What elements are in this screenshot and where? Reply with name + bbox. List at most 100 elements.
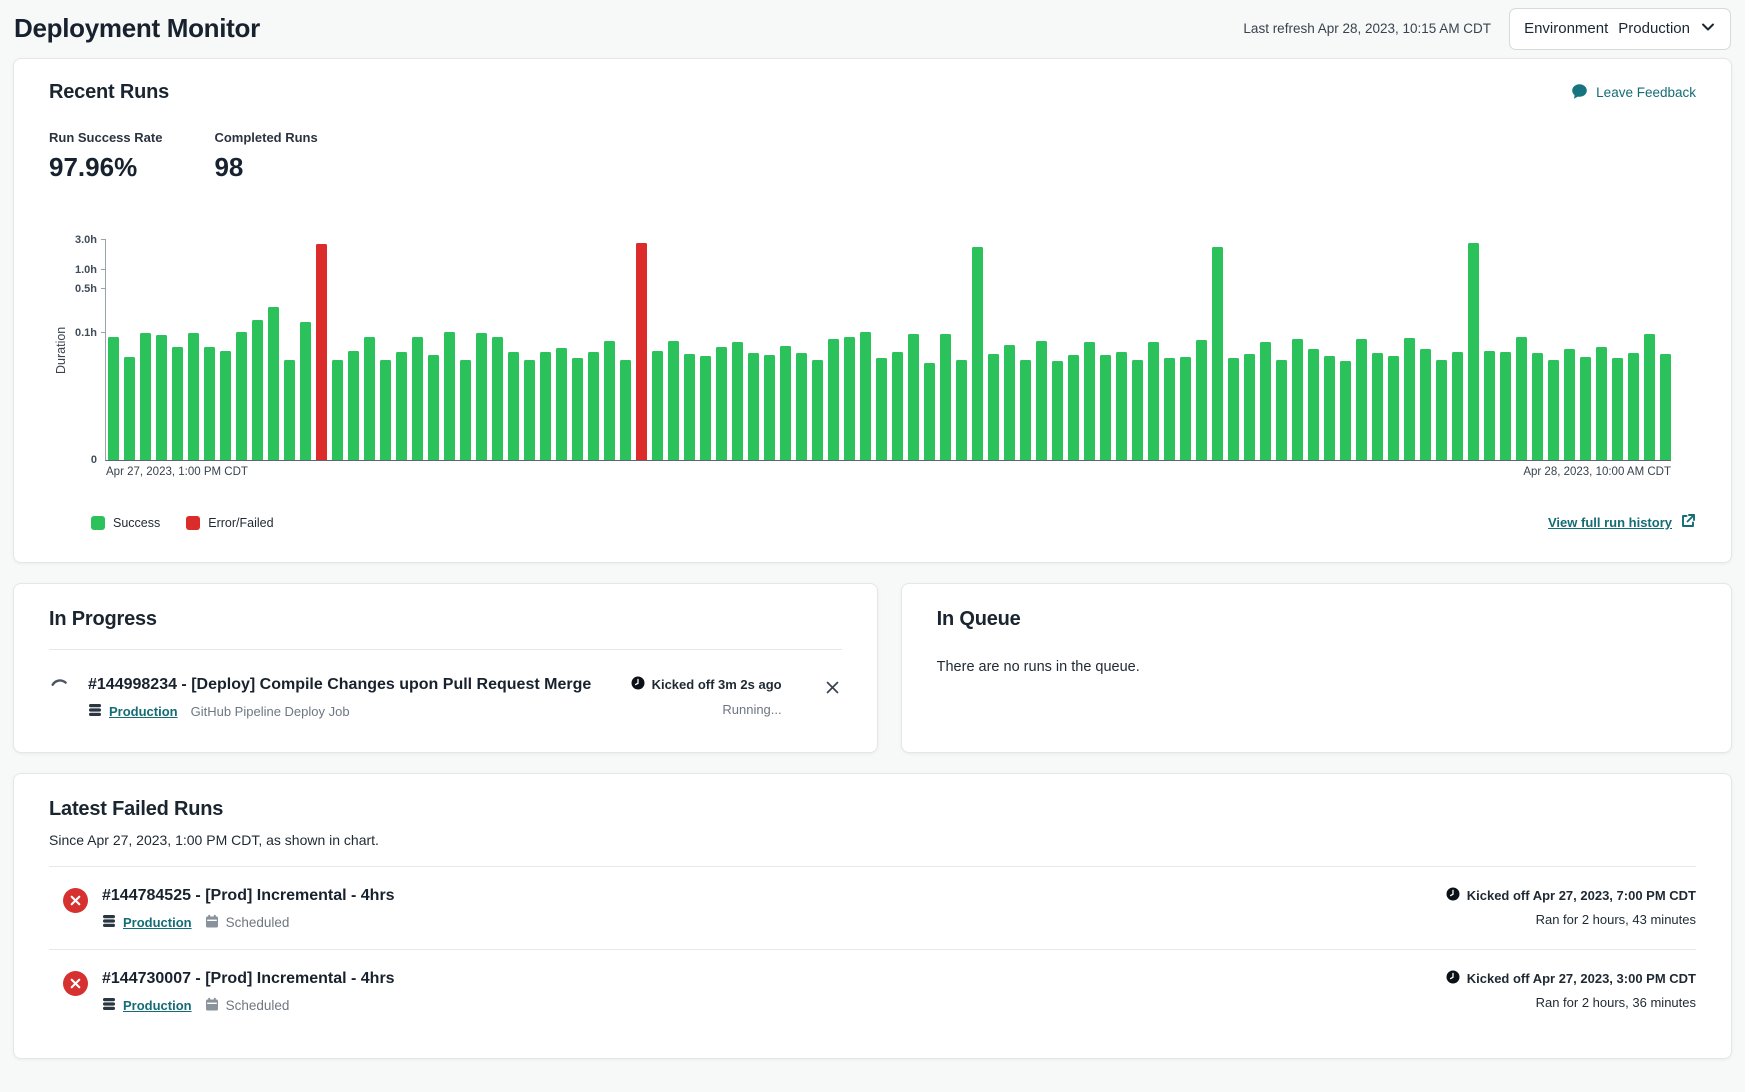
chart-bar-success[interactable] bbox=[1036, 341, 1047, 460]
chart-bar-success[interactable] bbox=[364, 337, 375, 460]
chart-bar-success[interactable] bbox=[1580, 357, 1591, 460]
chart-bar-success[interactable] bbox=[972, 247, 983, 460]
chart-bar-success[interactable] bbox=[1084, 342, 1095, 460]
chart-bar-success[interactable] bbox=[1612, 358, 1623, 460]
chart-bar-success[interactable] bbox=[1212, 247, 1223, 460]
view-full-run-history-link[interactable]: View full run history bbox=[1548, 513, 1696, 532]
chart-bar-success[interactable] bbox=[1132, 360, 1143, 460]
chart-bar-success[interactable] bbox=[124, 357, 135, 460]
chart-bar-success[interactable] bbox=[220, 351, 231, 460]
chart-bar-success[interactable] bbox=[764, 355, 775, 460]
chart-bar-success[interactable] bbox=[1356, 339, 1367, 460]
chart-bar-success[interactable] bbox=[620, 360, 631, 461]
chart-bar-success[interactable] bbox=[1564, 349, 1575, 460]
chart-bar-success[interactable] bbox=[508, 352, 519, 460]
chart-bar-success[interactable] bbox=[956, 360, 967, 461]
chart-bar-success[interactable] bbox=[204, 347, 215, 460]
chart-bar-success[interactable] bbox=[796, 353, 807, 460]
chart-bar-success[interactable] bbox=[860, 332, 871, 460]
cancel-run-button[interactable] bbox=[823, 678, 842, 700]
chart-bar-success[interactable] bbox=[1532, 353, 1543, 460]
chart-bar-success[interactable] bbox=[172, 347, 183, 460]
chart-bar-success[interactable] bbox=[1468, 243, 1479, 460]
chart-bar-success[interactable] bbox=[700, 356, 711, 460]
chart-bar-success[interactable] bbox=[1164, 358, 1175, 460]
chart-bar-success[interactable] bbox=[1228, 358, 1239, 460]
chart-bar-success[interactable] bbox=[540, 352, 551, 460]
chart-bar-success[interactable] bbox=[844, 337, 855, 460]
environment-dropdown[interactable]: Environment Production bbox=[1509, 8, 1731, 50]
chart-bar-success[interactable] bbox=[812, 360, 823, 460]
chart-bar-success[interactable] bbox=[1452, 352, 1463, 460]
chart-bar-success[interactable] bbox=[1276, 360, 1287, 461]
chart-bar-success[interactable] bbox=[924, 363, 935, 461]
chart-bar-success[interactable] bbox=[1324, 356, 1335, 460]
chart-bar-success[interactable] bbox=[716, 347, 727, 460]
chart-bar-success[interactable] bbox=[1308, 349, 1319, 460]
chart-bar-success[interactable] bbox=[1340, 361, 1351, 460]
chart-bar-success[interactable] bbox=[460, 360, 471, 461]
chart-bar-success[interactable] bbox=[1100, 355, 1111, 460]
chart-bar-success[interactable] bbox=[156, 335, 167, 460]
chart-bar-success[interactable] bbox=[300, 322, 311, 460]
chart-bar-success[interactable] bbox=[1516, 337, 1527, 460]
chart-bar-success[interactable] bbox=[1244, 354, 1255, 460]
chart-bar-success[interactable] bbox=[444, 332, 455, 460]
chart-bar-success[interactable] bbox=[908, 334, 919, 460]
chart-bar-success[interactable] bbox=[876, 358, 887, 460]
chart-bar-success[interactable] bbox=[1372, 353, 1383, 460]
chart-bar-success[interactable] bbox=[268, 307, 279, 460]
chart-bar-success[interactable] bbox=[780, 346, 791, 460]
leave-feedback-link[interactable]: Leave Feedback bbox=[1571, 83, 1696, 103]
chart-bar-success[interactable] bbox=[284, 360, 295, 461]
chart-bar-success[interactable] bbox=[652, 351, 663, 460]
chart-bar-success[interactable] bbox=[684, 354, 695, 460]
environment-link[interactable]: Production bbox=[88, 703, 178, 720]
chart-bar-success[interactable] bbox=[988, 354, 999, 460]
chart-bar-success[interactable] bbox=[428, 355, 439, 460]
chart-bar-success[interactable] bbox=[1644, 334, 1655, 460]
chart-bar-success[interactable] bbox=[1660, 354, 1671, 460]
chart-bar-success[interactable] bbox=[492, 337, 503, 460]
chart-bar-success[interactable] bbox=[236, 332, 247, 460]
environment-link[interactable]: Production bbox=[102, 997, 192, 1014]
environment-link[interactable]: Production bbox=[102, 914, 192, 931]
chart-bar-success[interactable] bbox=[380, 360, 391, 461]
chart-bar-success[interactable] bbox=[1628, 353, 1639, 461]
chart-bar-success[interactable] bbox=[1388, 356, 1399, 460]
chart-bar-success[interactable] bbox=[732, 342, 743, 460]
chart-bar-success[interactable] bbox=[1292, 339, 1303, 460]
chart-bar-failed[interactable] bbox=[636, 243, 647, 460]
chart-bar-success[interactable] bbox=[668, 341, 679, 460]
chart-bar-success[interactable] bbox=[1004, 345, 1015, 460]
chart-bar-success[interactable] bbox=[108, 337, 119, 460]
chart-bar-success[interactable] bbox=[1404, 338, 1415, 460]
chart-bar-success[interactable] bbox=[1180, 357, 1191, 460]
chart-bar-success[interactable] bbox=[348, 351, 359, 460]
chart-bar-success[interactable] bbox=[1116, 352, 1127, 460]
chart-bar-success[interactable] bbox=[1500, 352, 1511, 460]
chart-bar-success[interactable] bbox=[1020, 360, 1031, 460]
chart-bar-success[interactable] bbox=[412, 337, 423, 460]
chart-bar-success[interactable] bbox=[940, 334, 951, 460]
chart-bar-success[interactable] bbox=[1436, 360, 1447, 461]
chart-bar-success[interactable] bbox=[188, 333, 199, 460]
chart-bar-success[interactable] bbox=[1548, 360, 1559, 461]
chart-bar-success[interactable] bbox=[332, 360, 343, 461]
chart-bar-success[interactable] bbox=[604, 341, 615, 460]
chart-bar-success[interactable] bbox=[1196, 340, 1207, 460]
chart-bar-success[interactable] bbox=[556, 348, 567, 460]
chart-bar-success[interactable] bbox=[748, 353, 759, 460]
chart-bar-success[interactable] bbox=[1068, 355, 1079, 460]
chart-bar-success[interactable] bbox=[252, 320, 263, 460]
chart-bar-success[interactable] bbox=[588, 352, 599, 460]
chart-bar-success[interactable] bbox=[396, 352, 407, 460]
chart-bar-failed[interactable] bbox=[316, 244, 327, 460]
chart-bar-success[interactable] bbox=[1596, 347, 1607, 460]
chart-bar-success[interactable] bbox=[828, 339, 839, 460]
chart-bar-success[interactable] bbox=[524, 360, 535, 461]
chart-bar-success[interactable] bbox=[1148, 342, 1159, 460]
chart-bar-success[interactable] bbox=[1484, 351, 1495, 460]
chart-bar-success[interactable] bbox=[1260, 342, 1271, 460]
chart-bar-success[interactable] bbox=[476, 333, 487, 460]
